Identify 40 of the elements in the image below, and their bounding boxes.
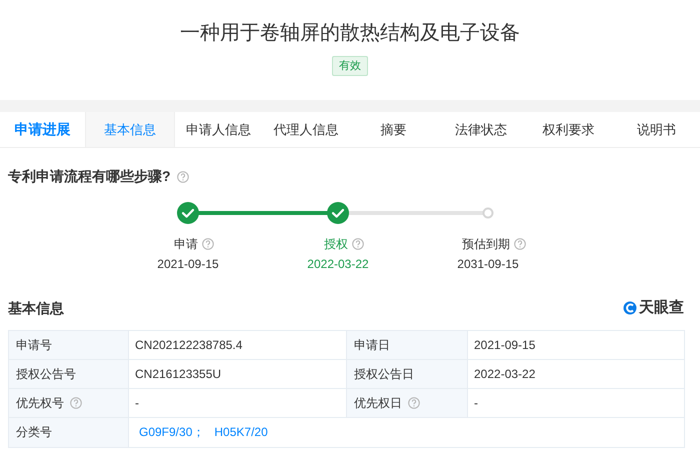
status-badge: 有效 [332,56,368,76]
field-label: 授权公告日 [354,366,414,382]
tab[interactable]: 代理人信息 [262,112,350,147]
step-date: 2022-03-22 [307,256,369,273]
step-label: 申请 [174,236,198,253]
classification-link[interactable]: H05K7/20 [214,423,268,441]
field-value: CN216123355U [134,366,222,382]
help-icon[interactable] [176,170,189,182]
logo-icon [623,301,637,316]
step-date: 2031-09-15 [457,256,519,273]
step-label: 预估到期 [462,236,510,253]
field-value: 2021-09-15 [473,336,536,354]
step-label: 授权 [324,236,348,253]
field-label: 分类号 [16,424,52,441]
help-icon[interactable] [408,396,420,408]
field-value: - [134,394,140,412]
section-tab[interactable]: 申请进展 [0,112,85,147]
field-value: CN202122238785.4 [134,336,244,354]
tab[interactable]: 申请人信息 [174,112,262,147]
field-value: 2022-03-22 [473,366,536,382]
field-label: 优先权号 [16,394,64,412]
help-icon[interactable] [202,238,214,250]
help-icon[interactable] [70,396,82,408]
field-value: - [473,394,479,412]
tab[interactable]: 摘要 [350,112,438,147]
tab[interactable]: 说明书 [612,112,700,147]
field-label: 申请日 [354,336,390,354]
tab[interactable]: 权利要求 [524,112,612,147]
tab[interactable]: 法律状态 [437,112,525,147]
process-heading: 专利申请流程有哪些步骤? [8,167,171,186]
help-icon[interactable] [514,238,526,250]
help-icon[interactable] [352,238,364,250]
field-label: 申请号 [16,336,52,354]
classification-link[interactable]: G09F9/30； [139,423,204,441]
field-label: 授权公告号 [16,366,76,382]
logo-text: 天眼查 [639,298,684,318]
info-heading: 基本信息 [8,298,64,318]
step-date: 2021-09-15 [157,256,219,273]
patent-title: 一种用于卷轴屏的散热结构及电子设备 [180,21,520,46]
field-label: 优先权日 [354,394,402,412]
